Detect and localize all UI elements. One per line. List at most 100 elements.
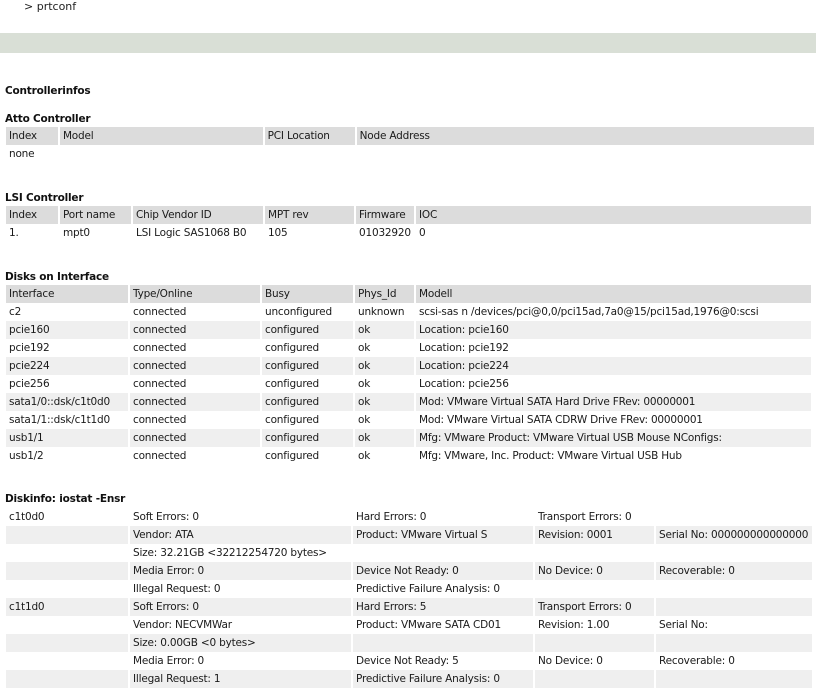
column-header: Node Address xyxy=(356,127,814,145)
table-cell: configured xyxy=(262,357,353,375)
table-cell xyxy=(59,145,263,163)
disks-on-interface-table: Interface Type/Online Busy Phys_Id Modell c2 c… xyxy=(4,285,813,465)
column-header: Phys_Id xyxy=(355,285,414,303)
table-row: 1. mpt0 LSI Logic SAS1068 B0 105 01032920 0 xyxy=(6,224,811,242)
column-header: Index xyxy=(6,127,58,145)
table-cell: scsi-sas n /devices/pci@0,0/pci15ad,7a0@… xyxy=(416,303,811,321)
table-cell: c1t1d0 xyxy=(6,598,128,616)
table-cell: Soft Errors: 0 xyxy=(130,598,351,616)
table-cell: Soft Errors: 0 xyxy=(130,508,351,526)
table-cell: Mod: VMware Virtual SATA CDRW Drive FRev… xyxy=(416,411,811,429)
table-cell xyxy=(6,544,128,562)
table-cell xyxy=(6,670,128,688)
table-row: c2 connected unconfigured unknown scsi-sas n… xyxy=(6,303,811,321)
table-row: c1t1d0 Soft Errors: 0 Hard Errors: 5 Transp… xyxy=(6,598,812,616)
table-cell xyxy=(656,544,812,562)
table-cell xyxy=(6,616,128,634)
table-row: sata1/1::dsk/c1t1d0 connected configured ok… xyxy=(6,411,811,429)
table-cell xyxy=(535,580,654,598)
table-cell: Device Not Ready: 5 xyxy=(353,652,533,670)
table-row: Illegal Request: 1 Predictive Failure Ana… xyxy=(6,670,812,688)
table-cell: Location: pcie256 xyxy=(416,375,811,393)
table-cell: configured xyxy=(262,321,353,339)
lsi-controller-table: Index Port name Chip Vendor ID MPT rev Firmw… xyxy=(4,206,813,242)
table-cell: No Device: 0 xyxy=(535,652,654,670)
table-row: pcie256 connected configured ok Location: pc… xyxy=(6,375,811,393)
table-cell: configured xyxy=(262,339,353,357)
table-cell: connected xyxy=(130,339,260,357)
table-cell: Mod: VMware Virtual SATA Hard Drive FRev… xyxy=(416,393,811,411)
table-cell: Recoverable: 0 xyxy=(656,562,812,580)
table-cell: usb1/1 xyxy=(6,429,128,447)
table-cell: Vendor: NECVMWar xyxy=(130,616,351,634)
table-cell: Hard Errors: 5 xyxy=(353,598,533,616)
atto-controller-table: Index Model PCI Location Node Address none xyxy=(4,127,816,163)
table-cell xyxy=(6,562,128,580)
table-row: sata1/0::dsk/c1t0d0 connected configured ok… xyxy=(6,393,811,411)
table-cell: none xyxy=(6,145,58,163)
table-cell: Product: VMware Virtual S xyxy=(353,526,533,544)
column-header: Type/Online xyxy=(130,285,260,303)
table-cell: Recoverable: 0 xyxy=(656,652,812,670)
table-cell: Media Error: 0 xyxy=(130,562,351,580)
table-row: pcie160 connected configured ok Location: pc… xyxy=(6,321,811,339)
table-header: Index Port name Chip Vendor ID MPT rev Firmw… xyxy=(6,206,811,224)
table-cell: 01032920 xyxy=(356,224,414,242)
table-row: Vendor: ATA Product: VMware Virtual S Revi… xyxy=(6,526,812,544)
table-cell: Media Error: 0 xyxy=(130,652,351,670)
table-cell xyxy=(6,580,128,598)
table-cell: Product: VMware SATA CD01 xyxy=(353,616,533,634)
table-cell: Illegal Request: 1 xyxy=(130,670,351,688)
table-cell: Transport Errors: 0 xyxy=(535,508,654,526)
table-cell xyxy=(535,634,654,652)
column-header: Modell xyxy=(416,285,811,303)
diskinfo-heading: Diskinfo: iostat -Ensr xyxy=(5,493,126,505)
table-cell: 105 xyxy=(265,224,354,242)
table-cell: ok xyxy=(355,357,414,375)
table-cell: pcie224 xyxy=(6,357,128,375)
table-cell: Size: 32.21GB <32212254720 bytes> xyxy=(130,544,351,562)
table-cell: connected xyxy=(130,321,260,339)
table-row: Size: 32.21GB <32212254720 bytes> xyxy=(6,544,812,562)
table-cell: connected xyxy=(130,447,260,465)
table-cell: Transport Errors: 0 xyxy=(535,598,654,616)
table-header: Index Model PCI Location Node Address xyxy=(6,127,814,145)
table-row: usb1/1 connected configured ok Mfg: VMware P… xyxy=(6,429,811,447)
table-row: none xyxy=(6,145,814,163)
table-cell: Mfg: VMware, Inc. Product: VMware Virtua… xyxy=(416,447,811,465)
table-cell: configured xyxy=(262,447,353,465)
table-cell: ok xyxy=(355,321,414,339)
table-cell xyxy=(264,145,355,163)
table-cell: Serial No: 000000000000000 xyxy=(656,526,812,544)
table-cell xyxy=(353,544,533,562)
table-cell: 0 xyxy=(416,224,811,242)
table-cell xyxy=(656,508,812,526)
table-cell: LSI Logic SAS1068 B0 xyxy=(133,224,263,242)
table-cell xyxy=(6,652,128,670)
table-cell: ok xyxy=(355,411,414,429)
table-cell: c1t0d0 xyxy=(6,508,128,526)
table-cell xyxy=(656,670,812,688)
table-cell: Size: 0.00GB <0 bytes> xyxy=(130,634,351,652)
table-row: Media Error: 0 Device Not Ready: 0 No Devi… xyxy=(6,562,812,580)
column-header: Firmware xyxy=(356,206,414,224)
table-cell: Location: pcie224 xyxy=(416,357,811,375)
atto-controller-heading: Atto Controller xyxy=(5,113,91,125)
table-cell: Predictive Failure Analysis: 0 xyxy=(353,670,533,688)
table-cell: Location: pcie160 xyxy=(416,321,811,339)
table-cell: ok xyxy=(355,393,414,411)
controllerinfos-heading: Controllerinfos xyxy=(5,85,91,97)
table-row: Illegal Request: 0 Predictive Failure Ana… xyxy=(6,580,812,598)
table-cell: Vendor: ATA xyxy=(130,526,351,544)
table-cell: ok xyxy=(355,429,414,447)
table-cell xyxy=(6,634,128,652)
table-cell: connected xyxy=(130,429,260,447)
column-header: Interface xyxy=(6,285,128,303)
table-cell: connected xyxy=(130,303,260,321)
table-cell: unknown xyxy=(355,303,414,321)
table-cell: Illegal Request: 0 xyxy=(130,580,351,598)
table-cell xyxy=(353,634,533,652)
table-cell: pcie256 xyxy=(6,375,128,393)
column-header: MPT rev xyxy=(265,206,354,224)
table-cell: pcie160 xyxy=(6,321,128,339)
